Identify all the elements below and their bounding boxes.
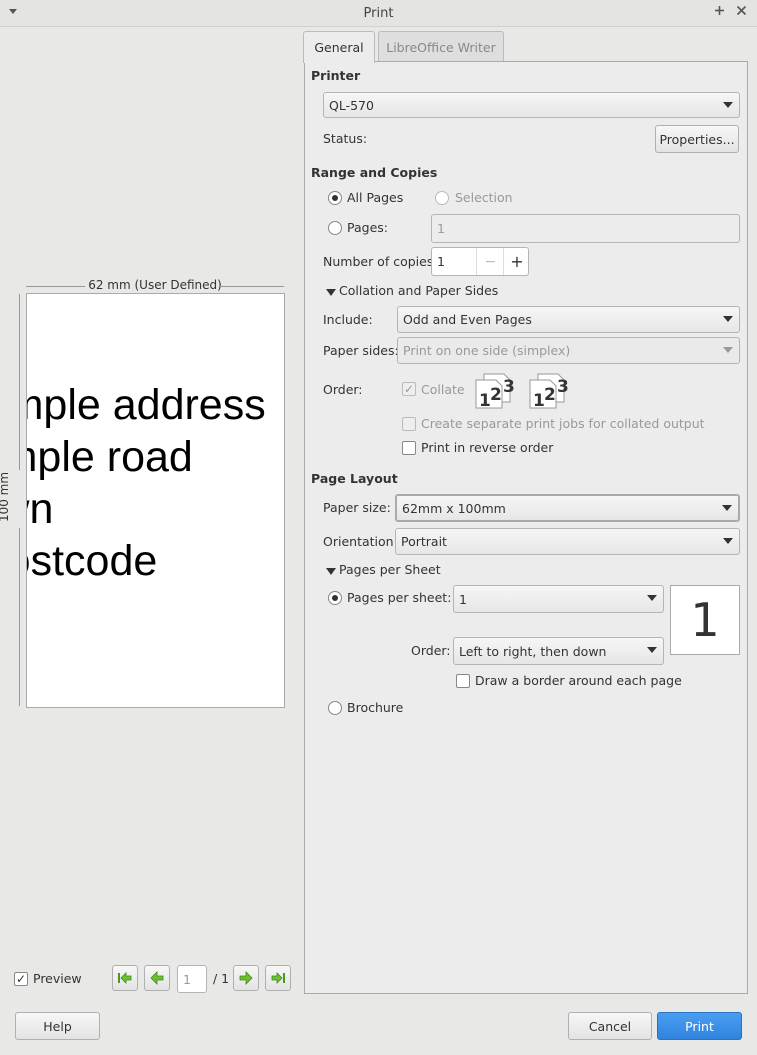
pps-heading[interactable]: Pages per Sheet (339, 562, 441, 577)
svg-text:2: 2 (544, 385, 556, 405)
chevron-down-icon (647, 595, 657, 601)
selection-radio[interactable] (435, 191, 449, 205)
print-button[interactable]: Print (657, 1012, 742, 1040)
pages-per-sheet-select[interactable]: 1 (453, 585, 664, 613)
copies-value: 1 (437, 254, 445, 269)
right-arrow-icon (239, 971, 253, 985)
previous-page-button[interactable] (144, 965, 170, 991)
preview-line: Town (27, 485, 54, 533)
separate-jobs-label: Create separate print jobs for collated … (421, 416, 705, 431)
collate-checkbox[interactable]: ✓ (402, 382, 416, 396)
pages-input[interactable]: 1 (431, 214, 740, 243)
draw-border-label: Draw a border around each page (475, 673, 682, 688)
range-heading: Range and Copies (311, 165, 438, 180)
orientation-label: Orientation: (323, 534, 398, 549)
printer-heading: Printer (311, 68, 361, 83)
pin-icon[interactable] (714, 5, 725, 20)
left-arrow-icon (150, 971, 164, 985)
svg-text:3: 3 (557, 377, 569, 397)
pages-label: Pages: (347, 220, 388, 235)
pps-order-label: Order: (411, 643, 451, 658)
pages-radio[interactable] (328, 221, 342, 235)
paper-sides-value: Print on one side (simplex) (403, 343, 571, 358)
brochure-label: Brochure (347, 700, 404, 715)
pps-order-select[interactable]: Left to right, then down (453, 637, 664, 665)
printer-select-value: QL-570 (329, 97, 374, 113)
paper-size-value: 62mm x 100mm (402, 500, 506, 516)
preview-line: Postcode (27, 537, 158, 585)
copies-spinner[interactable]: 1 − + (431, 247, 529, 276)
chevron-down-icon (723, 102, 733, 108)
first-page-icon (118, 972, 132, 984)
collated-pages-icon: 1 2 3 (475, 373, 515, 410)
status-label: Status: (323, 131, 368, 146)
help-button[interactable]: Help (15, 1012, 100, 1040)
decrement-button[interactable]: − (476, 248, 504, 275)
preview-line: Sample address (27, 381, 266, 429)
include-select[interactable]: Odd and Even Pages (397, 306, 740, 333)
collation-order-label: Order: (323, 382, 363, 397)
cancel-button[interactable]: Cancel (568, 1012, 652, 1040)
chevron-down-icon (723, 538, 733, 544)
chevron-down-icon (723, 316, 733, 322)
brochure-radio[interactable] (328, 701, 342, 715)
last-page-icon (271, 972, 285, 984)
properties-button[interactable]: Properties... (655, 125, 739, 153)
chevron-down-icon (722, 505, 732, 511)
pages-per-sheet-value: 1 (459, 591, 467, 607)
svg-text:2: 2 (490, 385, 502, 405)
reverse-order-checkbox[interactable] (402, 441, 416, 455)
preview-line: Sample road (27, 433, 193, 481)
first-page-button[interactable] (112, 965, 138, 991)
paper-sides-select[interactable]: Print on one side (simplex) (397, 337, 740, 364)
paper-sides-label: Paper sides: (323, 343, 399, 358)
all-pages-radio[interactable] (328, 191, 342, 205)
copies-label: Number of copies: (323, 254, 438, 269)
pages-per-sheet-label: Pages per sheet: (347, 590, 452, 605)
collate-label: Collate (421, 382, 465, 397)
chevron-down-icon (723, 347, 733, 353)
pps-expander-icon[interactable] (326, 568, 336, 575)
page-height-label: 100 mm (0, 471, 12, 523)
page-total: / 1 (213, 971, 230, 986)
collated-pages-icon: 1 2 3 (529, 373, 569, 410)
page-preview: Sample address Sample road Town Postcode (26, 293, 285, 708)
increment-button[interactable]: + (503, 248, 530, 275)
page-number-input[interactable]: 1 (177, 965, 207, 993)
include-select-value: Odd and Even Pages (403, 312, 532, 327)
separate-jobs-checkbox[interactable] (402, 417, 416, 431)
svg-text:3: 3 (503, 377, 515, 397)
chevron-down-icon (647, 647, 657, 653)
reverse-order-label: Print in reverse order (421, 440, 554, 455)
include-label: Include: (323, 312, 373, 327)
selection-label: Selection (455, 190, 513, 205)
preview-checkbox-label: Preview (33, 971, 82, 986)
printer-select[interactable]: QL-570 (323, 92, 740, 118)
draw-border-checkbox[interactable] (456, 674, 470, 688)
window-title: Print (363, 6, 394, 21)
collation-heading[interactable]: Collation and Paper Sides (339, 283, 498, 298)
orientation-select[interactable]: Portrait (395, 528, 740, 555)
page-width-dimension: 62 mm (User Defined) (26, 278, 284, 292)
pps-preview: 1 (670, 585, 740, 655)
all-pages-label: All Pages (347, 190, 404, 205)
title-bar: Print (0, 0, 757, 27)
close-icon[interactable] (736, 5, 747, 20)
preview-checkbox[interactable]: ✓ (14, 972, 28, 986)
page-width-label: 62 mm (User Defined) (85, 278, 225, 292)
paper-size-label: Paper size: (323, 500, 391, 515)
next-page-button[interactable] (233, 965, 259, 991)
orientation-value: Portrait (401, 534, 447, 549)
collation-expander-icon[interactable] (326, 289, 336, 296)
tab-general[interactable]: General (303, 31, 375, 63)
page-layout-heading: Page Layout (311, 471, 398, 486)
pages-per-sheet-radio[interactable] (328, 591, 342, 605)
last-page-button[interactable] (265, 965, 291, 991)
paper-size-select[interactable]: 62mm x 100mm (395, 494, 740, 522)
pps-order-value: Left to right, then down (459, 643, 607, 659)
tab-libreoffice-writer[interactable]: LibreOffice Writer (378, 31, 504, 62)
